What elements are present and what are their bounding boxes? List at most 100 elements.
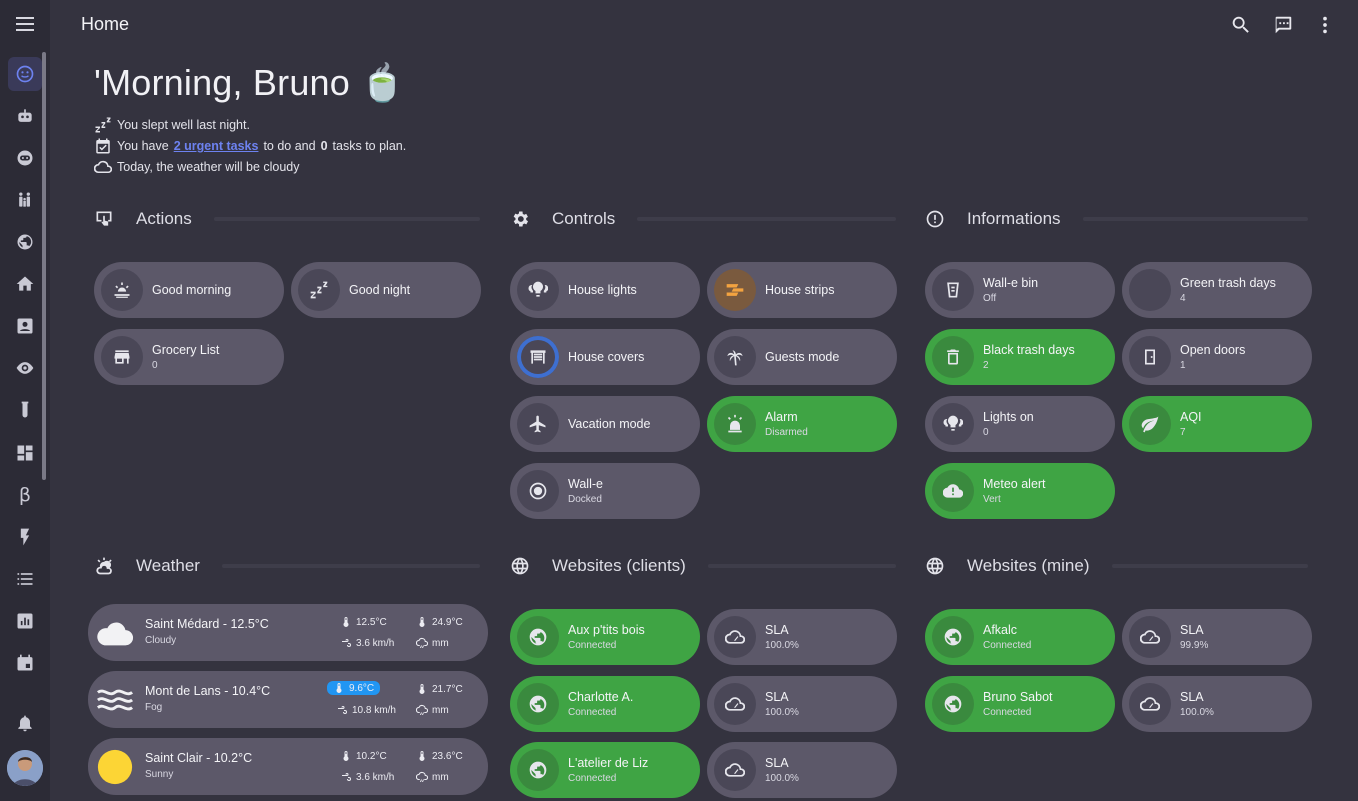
sidebar-item-family[interactable]: [8, 183, 42, 217]
chip-name: House strips: [765, 283, 835, 297]
info-green-trash-days[interactable]: Green trash days 4: [1122, 262, 1312, 318]
section-informations: Informations: [925, 207, 1308, 231]
search-icon[interactable]: [1229, 13, 1253, 37]
section-websites-mine: Websites (mine): [925, 554, 1308, 578]
info-lights-on[interactable]: Lights on 0: [925, 396, 1115, 452]
website-sla[interactable]: SLA 100.0%: [707, 609, 897, 665]
sidebar-scrollbar[interactable]: [42, 52, 46, 480]
airplane-icon: [529, 415, 546, 433]
chip-name: Open doors: [1180, 343, 1246, 357]
robot-icon: [18, 109, 32, 122]
cloud-speed-icon: [725, 630, 745, 644]
chip-state: 100.0%: [765, 773, 799, 784]
action-good-morning[interactable]: Good morning: [94, 262, 284, 318]
avatar[interactable]: [7, 750, 43, 786]
chip-name: SLA: [1180, 623, 1204, 637]
info-open-doors[interactable]: Open doors 1: [1122, 329, 1312, 385]
gear-icon: [513, 211, 528, 227]
earth-icon: [944, 628, 962, 646]
website-bruno-sabot[interactable]: Bruno Sabot Connected: [925, 676, 1115, 732]
robot-vacuum-icon: [529, 482, 547, 500]
sidebar-item-stats[interactable]: [8, 604, 42, 638]
info-aqi[interactable]: AQI 7: [1122, 396, 1312, 452]
sidebar-item-home-dashboard[interactable]: [8, 57, 42, 91]
web-icon: [926, 557, 944, 575]
chip-name: SLA: [765, 756, 789, 770]
sidebar-item-beta[interactable]: β: [8, 478, 42, 512]
urgent-tasks-link[interactable]: 2 urgent tasks: [174, 139, 259, 153]
more-vertical-icon[interactable]: [1313, 13, 1337, 37]
info-wall-e-bin[interactable]: Wall-e bin Off: [925, 262, 1115, 318]
tasks-suffix: tasks to plan.: [332, 139, 407, 153]
temp-max: 24.9°C: [416, 616, 463, 628]
control-guests-mode[interactable]: Guests mode: [707, 329, 897, 385]
action-good-night[interactable]: Good night: [291, 262, 481, 318]
website-latelier-de-liz[interactable]: L'atelier de Liz Connected: [510, 742, 700, 798]
sidebar-item-globe[interactable]: [8, 225, 42, 259]
sidebar-item-test-tube[interactable]: [8, 393, 42, 427]
website-charlotte-a[interactable]: Charlotte A. Connected: [510, 676, 700, 732]
bell-icon: [18, 715, 32, 732]
chip-state: Off: [983, 293, 997, 304]
sidebar-item-notifications[interactable]: [8, 706, 42, 740]
sidebar-item-face[interactable]: [8, 141, 42, 175]
control-house-strips[interactable]: House strips: [707, 262, 897, 318]
assist-icon[interactable]: [1271, 13, 1295, 37]
section-title: Weather: [136, 556, 200, 575]
tasks-count: 0: [320, 139, 328, 153]
chip-state: Connected: [568, 640, 617, 651]
sidebar-item-calendar[interactable]: [8, 646, 42, 680]
sleep-line: You slept well last night.: [94, 116, 250, 134]
chip-name: Wall-e bin: [983, 276, 1039, 290]
section-title: Informations: [967, 209, 1061, 228]
chip-state: 2: [983, 360, 989, 371]
control-vacation-mode[interactable]: Vacation mode: [510, 396, 700, 452]
sidebar-item-contact[interactable]: [8, 309, 42, 343]
website-aux-ptits-bois[interactable]: Aux p'tits bois Connected: [510, 609, 700, 665]
info-meteo-alert[interactable]: Meteo alert Vert: [925, 463, 1115, 519]
website-sla[interactable]: SLA 100.0%: [707, 742, 897, 798]
weather-card-saint-medard[interactable]: Saint Médard - 12.5°C Cloudy 12.5°C 24.9…: [88, 604, 488, 661]
action-grocery-list[interactable]: Grocery List 0: [94, 329, 284, 385]
lightbulb-group-icon: [943, 415, 963, 431]
sidebar-item-energy[interactable]: [8, 520, 42, 554]
chip-name: Meteo alert: [983, 477, 1046, 491]
control-wall-e[interactable]: Wall-e Docked: [510, 463, 700, 519]
chip-state: Connected: [983, 640, 1032, 651]
chip-name: Afkalc: [983, 623, 1018, 637]
control-house-lights[interactable]: House lights: [510, 262, 700, 318]
house-icon: [16, 276, 34, 291]
section-title: Controls: [552, 209, 616, 228]
info-icon: [926, 210, 944, 228]
menu-icon[interactable]: [14, 14, 36, 34]
website-afkalc[interactable]: Afkalc Connected: [925, 609, 1115, 665]
section-controls: Controls: [510, 207, 896, 231]
sidebar-item-eye[interactable]: [8, 351, 42, 385]
section-actions: Actions: [94, 207, 480, 231]
temp-min: 10.2°C: [340, 750, 387, 762]
website-sla[interactable]: SLA 100.0%: [707, 676, 897, 732]
website-sla[interactable]: SLA 99.9%: [1122, 609, 1312, 665]
weather-card-mont-de-lans[interactable]: Mont de Lans - 10.4°C Fog 9.6°C 21.7°C 1…: [88, 671, 488, 728]
sidebar-item-dashboard[interactable]: [8, 436, 42, 470]
cloud-speed-icon: [725, 763, 745, 777]
top-bar: Home: [50, 0, 1358, 50]
chart-icon: [17, 613, 33, 629]
wind-speed: 3.6 km/h: [340, 771, 394, 783]
control-house-covers[interactable]: House covers: [510, 329, 700, 385]
chip-state: Disarmed: [765, 427, 808, 438]
sidebar-item-list[interactable]: [8, 562, 42, 596]
led-strip-icon: [726, 284, 744, 296]
weather-card-saint-clair[interactable]: Saint Clair - 10.2°C Sunny 10.2°C 23.6°C…: [88, 738, 488, 795]
tasks-line: You have 2 urgent tasks to do and 0 task…: [94, 137, 406, 155]
weather-text: Today, the weather will be cloudy: [117, 160, 300, 174]
sidebar: β: [0, 0, 50, 801]
control-alarm[interactable]: Alarm Disarmed: [707, 396, 897, 452]
section-title: Actions: [136, 209, 192, 228]
sidebar-item-house[interactable]: [8, 267, 42, 301]
door-icon: [1145, 349, 1155, 365]
sidebar-item-robot[interactable]: [8, 99, 42, 133]
info-black-trash-days[interactable]: Black trash days 2: [925, 329, 1115, 385]
chip-name: Lights on: [983, 410, 1034, 424]
website-sla[interactable]: SLA 100.0%: [1122, 676, 1312, 732]
